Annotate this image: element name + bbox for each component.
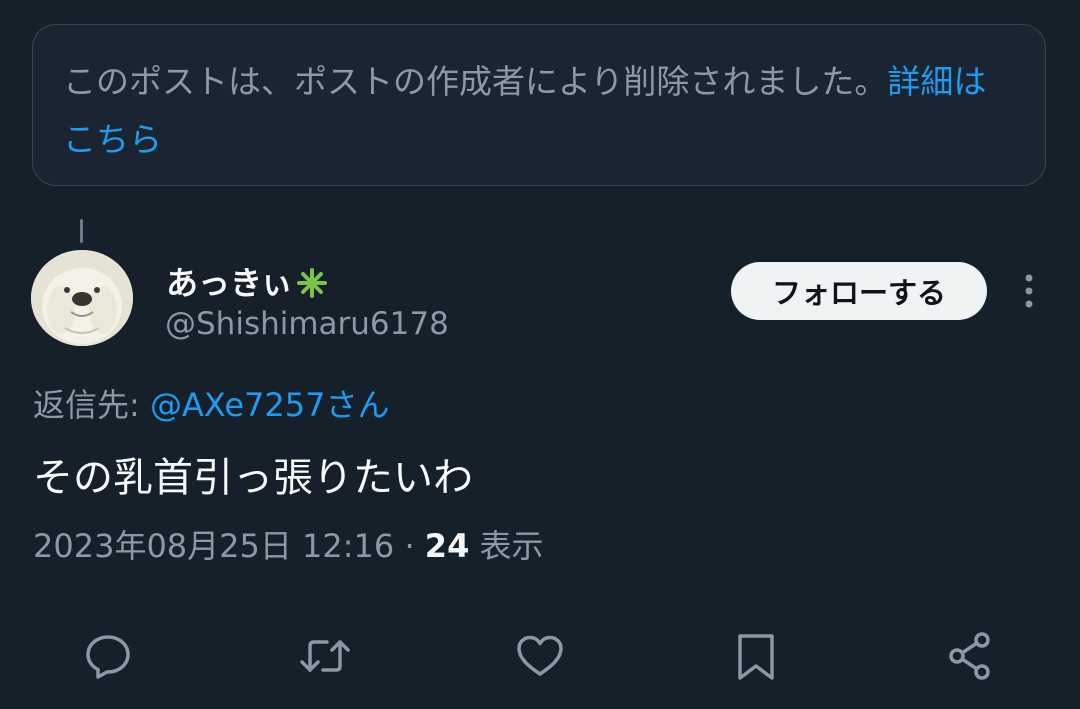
retweet-icon[interactable]	[297, 628, 353, 684]
reply-icon[interactable]	[80, 628, 136, 684]
like-icon[interactable]	[512, 628, 568, 684]
tweet-meta: 2023年08月25日 12:16 · 24 表示	[33, 521, 544, 567]
author-handle[interactable]: @Shishimaru6178	[165, 306, 449, 342]
reply-context: 返信先: @AXe7257さん	[33, 380, 389, 426]
more-options-icon[interactable]	[1014, 271, 1044, 311]
meta-separator: ·	[404, 527, 415, 565]
avatar-image	[31, 250, 133, 346]
author-name-text: あっきぃ	[166, 264, 293, 302]
deleted-post-message: このポストは、ポストの作成者により削除されました。	[63, 62, 888, 101]
author-display-name[interactable]: あっきぃ	[166, 258, 329, 308]
tweet-text: その乳首引っ張りたいわ	[33, 455, 473, 501]
follow-button[interactable]: フォローする	[731, 262, 987, 320]
avatar[interactable]	[31, 250, 133, 346]
view-count-label: 表示	[479, 527, 544, 565]
share-icon[interactable]	[942, 628, 998, 684]
view-count: 24	[424, 527, 470, 565]
deleted-post-text: このポストは、ポストの作成者により削除されました。詳細はこちら	[63, 53, 1019, 169]
reply-to-handle-link[interactable]: @AXe7257さん	[150, 386, 390, 424]
tweet-timestamp[interactable]: 2023年08月25日 12:16	[33, 527, 394, 565]
thread-connector-line	[80, 219, 83, 243]
sparkle-icon	[295, 266, 329, 308]
deleted-post-notice: このポストは、ポストの作成者により削除されました。詳細はこちら	[32, 24, 1046, 186]
bookmark-icon[interactable]	[728, 628, 784, 684]
reply-prefix: 返信先:	[33, 386, 150, 424]
